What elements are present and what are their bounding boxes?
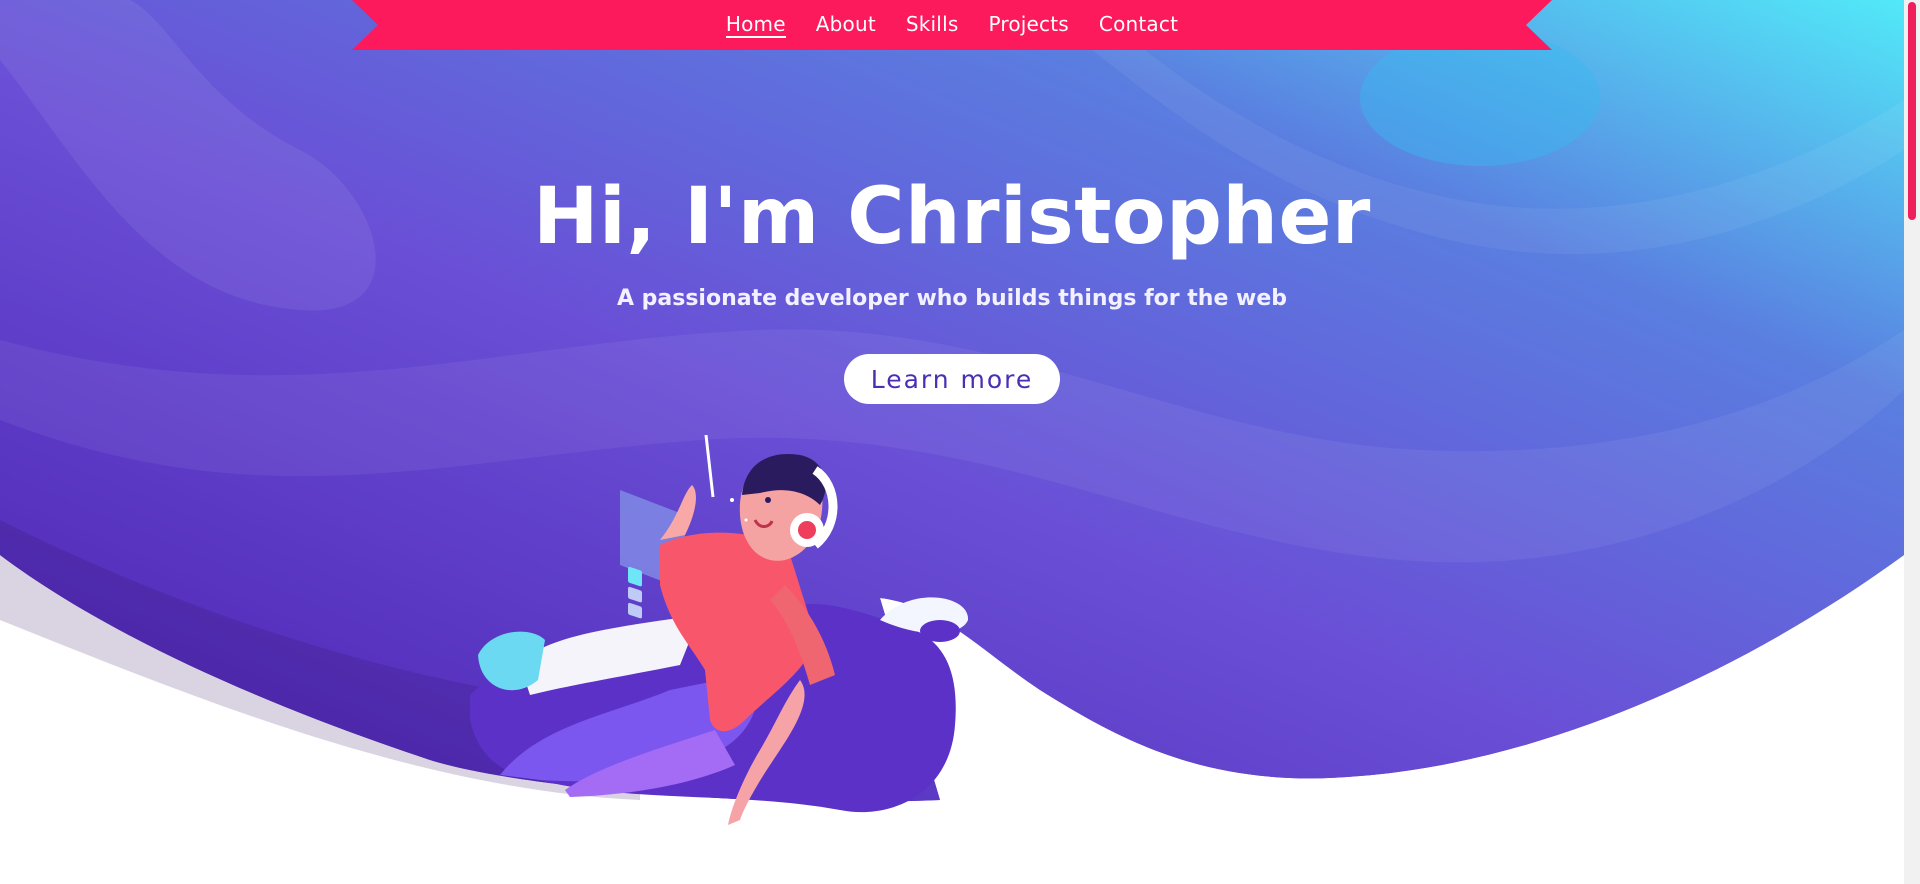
page: Home About Skills Projects Contact Hi, I… <box>0 0 1904 884</box>
developer-with-headphones-illustration <box>470 435 969 825</box>
scrollbar-thumb[interactable] <box>1908 2 1916 220</box>
nav-link-about[interactable]: About <box>816 12 876 38</box>
navbar: Home About Skills Projects Contact <box>352 0 1552 50</box>
hero-title: Hi, I'm Christopher <box>533 172 1371 262</box>
nav-link-skills[interactable]: Skills <box>906 12 959 38</box>
nav-link-home[interactable]: Home <box>725 12 786 38</box>
learn-more-button[interactable]: Learn more <box>844 354 1060 404</box>
scrollbar[interactable] <box>1904 0 1920 884</box>
nav-link-projects[interactable]: Projects <box>988 12 1068 38</box>
hero-subtitle: A passionate developer who builds things… <box>616 286 1288 311</box>
nav-link-contact[interactable]: Contact <box>1099 12 1178 38</box>
